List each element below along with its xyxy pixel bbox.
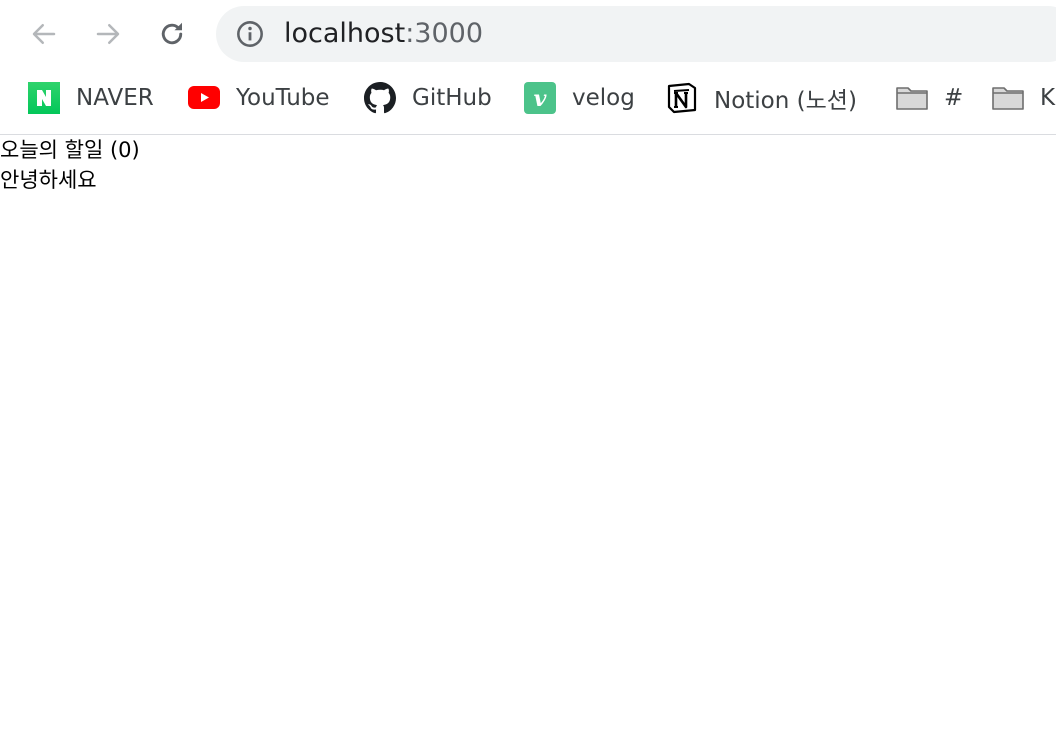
github-icon	[364, 82, 396, 114]
bookmarks-bar: NAVER YouTube GitHub v velog Notion (노션)…	[0, 72, 1056, 124]
bookmark-label: K	[1040, 85, 1056, 111]
bookmark-label: #	[944, 85, 964, 111]
bookmark-label: GitHub	[412, 85, 492, 111]
bookmark-velog[interactable]: v velog	[524, 72, 635, 124]
bookmark-github[interactable]: GitHub	[364, 72, 492, 124]
url-port: :3000	[405, 18, 484, 49]
bookmark-label: NAVER	[76, 85, 154, 111]
page-heading: 오늘의 할일 (0)	[0, 138, 140, 162]
back-button[interactable]	[24, 14, 64, 54]
url-host: localhost	[284, 18, 406, 49]
folder-icon	[992, 82, 1024, 114]
youtube-icon	[188, 82, 220, 114]
browser-chrome: localhost:3000 NAVER YouTube GitHub v ve…	[0, 0, 1056, 135]
folder-icon	[896, 82, 928, 114]
svg-text:v: v	[534, 86, 547, 112]
reload-button[interactable]	[152, 14, 192, 54]
bookmark-label: velog	[572, 85, 635, 111]
reload-icon	[161, 22, 183, 45]
notion-icon	[666, 82, 698, 114]
velog-icon: v	[524, 82, 556, 114]
bookmark-youtube[interactable]: YouTube	[188, 72, 330, 124]
info-icon[interactable]	[236, 20, 264, 48]
arrow-right-icon	[96, 24, 120, 44]
naver-icon	[28, 82, 60, 114]
url-text[interactable]: localhost:3000	[284, 6, 483, 62]
forward-button[interactable]	[88, 14, 128, 54]
bookmark-folder-hash[interactable]: #	[896, 72, 963, 124]
bookmark-label: Notion (노션)	[714, 88, 857, 114]
bookmark-label: YouTube	[236, 85, 330, 111]
bookmark-notion[interactable]: Notion (노션)	[666, 72, 857, 124]
arrow-left-icon	[32, 24, 56, 44]
bookmark-folder-k[interactable]: K	[992, 72, 1055, 124]
greeting-text: 안녕하세요	[0, 168, 97, 192]
bookmark-naver[interactable]: NAVER	[28, 72, 154, 124]
page-content: 오늘의 할일 (0) 안녕하세요	[0, 135, 1056, 730]
address-bar[interactable]: localhost:3000	[216, 6, 1056, 62]
